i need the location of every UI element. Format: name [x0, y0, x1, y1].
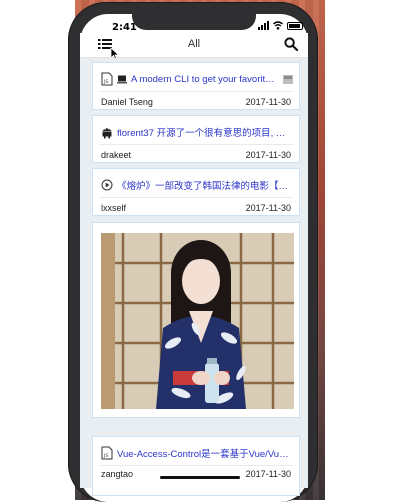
status-icons	[258, 21, 303, 30]
post-photo[interactable]	[101, 233, 294, 409]
status-time: 2:41	[112, 22, 137, 33]
item-author: Daniel Tseng	[101, 97, 153, 107]
wifi-icon	[273, 21, 283, 30]
phone-notch	[132, 14, 256, 30]
battery-icon	[287, 21, 303, 30]
item-author: lxxself	[101, 203, 127, 213]
item-date: 2017-11-30	[245, 203, 291, 213]
item-title-link[interactable]: florent37 开源了一个很有意思的项目, MyLittleC…	[117, 125, 293, 139]
list-item[interactable]: florent37 开源了一个很有意思的项目, MyLittleC… drake…	[92, 115, 300, 163]
feed-list[interactable]: JS A modern CLI to get your favorite new…	[80, 58, 308, 496]
svg-text:JS: JS	[103, 453, 108, 459]
item-date: 2017-11-30	[245, 97, 291, 107]
list-item[interactable]: JS A modern CLI to get your favorite new…	[92, 62, 300, 110]
item-date: 2017-11-30	[245, 469, 291, 479]
list-item[interactable]: 《熔炉》一部改变了韩国法律的电影【真实事件… lxxself 2017-11-3…	[92, 168, 300, 216]
item-title-link[interactable]: Vue-Access-Control是一套基于Vue/Vue-Router/…	[117, 446, 293, 460]
android-icon	[102, 128, 112, 139]
js-file-icon: JS	[101, 446, 113, 460]
search-icon[interactable]	[284, 37, 298, 51]
item-date: 2017-11-30	[245, 150, 291, 160]
item-author: drakeet	[101, 150, 132, 160]
js-file-icon: JS	[101, 72, 113, 86]
laptop-icon	[117, 75, 127, 83]
item-title-link[interactable]: A modern CLI to get your favorite news.	[131, 74, 279, 85]
signal-icon	[258, 21, 269, 30]
image-post-card[interactable]	[92, 222, 300, 418]
svg-text:JS: JS	[103, 79, 108, 85]
home-indicator[interactable]	[160, 476, 240, 479]
play-icon	[101, 179, 113, 191]
item-title-link[interactable]: 《熔炉》一部改变了韩国法律的电影【真实事件…	[117, 178, 293, 192]
item-author: zangtao	[101, 469, 134, 479]
thumbnail-icon	[283, 74, 293, 84]
list-item[interactable]: JS Vue-Access-Control是一套基于Vue/Vue-Router…	[92, 436, 300, 496]
